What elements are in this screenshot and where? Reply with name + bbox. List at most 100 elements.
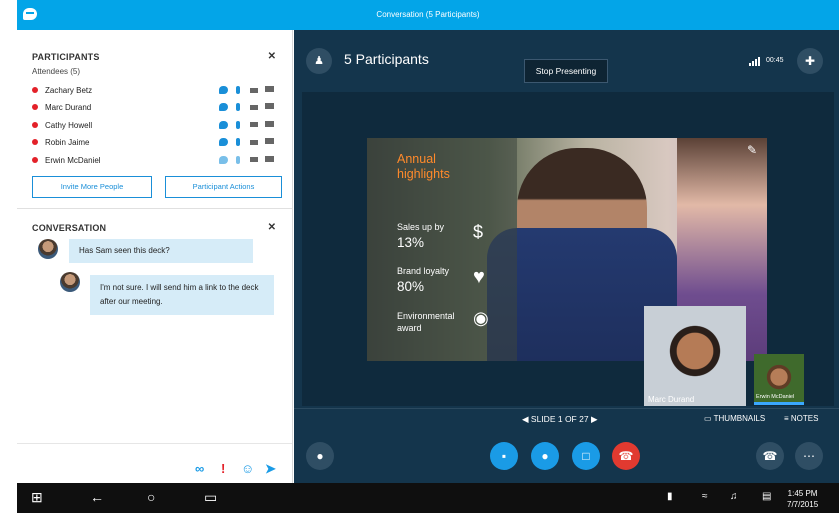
- video-icon: [250, 104, 258, 110]
- video-icon: [250, 87, 258, 93]
- previous-slide-icon[interactable]: ◀: [522, 414, 529, 424]
- participant-row[interactable]: Erwin McDaniel: [32, 154, 282, 171]
- slide-counter: SLIDE 1 OF 27: [530, 414, 589, 424]
- notes-label: NOTES: [790, 414, 819, 423]
- video-caption: Erwin McDaniel: [756, 394, 795, 400]
- window-title: Conversation (5 Participants): [376, 10, 480, 19]
- stop-presenting-button[interactable]: Stop Presenting: [524, 59, 608, 83]
- mic-icon[interactable]: [236, 103, 240, 112]
- participant-actions-button[interactable]: Participant Actions: [165, 176, 282, 198]
- notes-button[interactable]: ≡ NOTES: [784, 414, 818, 423]
- video-icon: [250, 122, 258, 128]
- chat-icon: [219, 103, 228, 112]
- participants-icon[interactable]: ♟: [306, 48, 332, 74]
- slide-toolbar: ◀ SLIDE 1 OF 27 ▶ ▭ THUMBNAILS ≡ NOTES: [294, 408, 839, 428]
- presence-dot: [32, 104, 38, 111]
- slide-navigation[interactable]: ◀ SLIDE 1 OF 27 ▶: [522, 414, 597, 425]
- invite-more-people-button[interactable]: Invite More People: [32, 176, 152, 198]
- presence-dot: [32, 156, 38, 163]
- slide-item-label: Environmental award: [397, 311, 455, 333]
- call-controls-button[interactable]: ☎: [756, 442, 784, 470]
- slide-item-label: Brand loyalty: [397, 266, 450, 276]
- notes-icon: ≡: [784, 414, 789, 423]
- video-off-button[interactable]: ▪: [490, 442, 518, 470]
- chat-toggle-button[interactable]: ●: [306, 442, 334, 470]
- participant-row[interactable]: Zachary Betz: [32, 84, 282, 101]
- video-caption: Marc Durand: [648, 395, 695, 404]
- send-icon[interactable]: ➤: [265, 461, 276, 477]
- screen-share-icon: [265, 103, 274, 110]
- compose-bar[interactable]: ∞ ! ☺ ➤: [17, 443, 292, 483]
- title-bar: Conversation (5 Participants): [17, 0, 839, 30]
- video-icon: [250, 157, 258, 163]
- participant-row[interactable]: Marc Durand: [32, 101, 282, 118]
- pen-icon[interactable]: ✎: [747, 143, 757, 157]
- thumbnails-icon: ▭: [704, 414, 712, 423]
- chat-icon: [219, 120, 228, 129]
- start-icon[interactable]: ⊞: [31, 489, 43, 506]
- search-circle-icon[interactable]: ○: [147, 489, 155, 505]
- participant-name: Marc Durand: [45, 103, 92, 113]
- volume-icon[interactable]: ♫: [730, 491, 738, 502]
- system-clock[interactable]: 1:45 PM 7/7/2015: [787, 488, 818, 510]
- windows-taskbar: ⊞ ← ○ ▭ ▮ ≈ ♫ ▤ 1:45 PM 7/7/2015: [17, 483, 839, 513]
- signal-strength-icon: [749, 57, 761, 66]
- clock-time: 1:45 PM: [787, 489, 818, 498]
- message-bubble: I'm not sure. I will send him a link to …: [90, 275, 274, 315]
- task-view-icon[interactable]: ▭: [204, 489, 217, 506]
- meeting-stage: ♟ 5 Participants Stop Presenting 00:45 ✚…: [294, 30, 839, 483]
- attendees-count: Attendees (5): [32, 67, 81, 76]
- avatar: [60, 272, 80, 292]
- participant-name: Erwin McDaniel: [45, 155, 101, 165]
- participant-name: Cathy Howell: [45, 120, 93, 130]
- conversation-close-icon[interactable]: ✕: [268, 222, 276, 233]
- add-participant-icon[interactable]: ✚: [797, 48, 823, 74]
- call-timer: 00:45: [766, 57, 784, 64]
- participant-name: Zachary Betz: [45, 86, 93, 95]
- chat-icon: [219, 138, 228, 147]
- section-divider: [17, 208, 292, 209]
- participant-video[interactable]: Marc Durand: [644, 306, 746, 406]
- mic-icon[interactable]: [236, 138, 240, 147]
- screen-share-icon: [265, 86, 274, 92]
- participant-row[interactable]: Robin Jaime: [32, 136, 282, 153]
- action-center-icon[interactable]: ▤: [762, 491, 771, 502]
- conversation-title: CONVERSATION: [32, 223, 107, 233]
- stage-header: ♟ 5 Participants Stop Presenting 00:45 ✚: [294, 30, 839, 92]
- self-video[interactable]: Erwin McDaniel: [754, 354, 804, 405]
- mic-icon[interactable]: [236, 120, 240, 129]
- screen-share-button[interactable]: □: [572, 442, 600, 470]
- hang-up-button[interactable]: ☎: [612, 442, 640, 470]
- participants-title: PARTICIPANTS: [32, 52, 100, 62]
- participant-list: Zachary Betz Marc Durand Cathy Howell Ro…: [32, 84, 282, 171]
- screen-share-icon: [265, 138, 274, 145]
- video-icon: [250, 139, 258, 145]
- message-bubble: Has Sam seen this deck?: [69, 239, 253, 263]
- wifi-icon[interactable]: ≈: [702, 491, 708, 502]
- back-icon[interactable]: ←: [90, 489, 104, 505]
- mic-muted-icon[interactable]: [236, 86, 240, 94]
- thumbnails-button[interactable]: ▭ THUMBNAILS: [704, 414, 765, 423]
- participant-row[interactable]: Cathy Howell: [32, 119, 282, 136]
- next-slide-icon[interactable]: ▶: [591, 414, 598, 424]
- slide-item-label: Sales up by: [397, 222, 445, 232]
- mic-button[interactable]: ●: [531, 442, 559, 470]
- slide-heading: Annual highlights: [397, 152, 450, 181]
- heart-icon: ♥: [473, 266, 485, 288]
- emoji-icon[interactable]: ☺: [241, 461, 254, 476]
- mic-icon[interactable]: [236, 155, 240, 164]
- globe-award-icon: ◉: [473, 308, 489, 328]
- presence-dot: [32, 121, 38, 128]
- screen-share-icon: [265, 155, 274, 162]
- participants-close-icon[interactable]: ✕: [268, 51, 276, 62]
- attachment-icon[interactable]: ∞: [195, 461, 204, 476]
- presence-dot: [32, 139, 38, 146]
- dollar-icon: $: [473, 222, 484, 242]
- avatar: [38, 239, 58, 259]
- importance-icon[interactable]: !: [221, 461, 225, 476]
- chat-icon: [219, 155, 228, 164]
- battery-icon[interactable]: ▮: [667, 491, 673, 502]
- content-viewer: Annual highlights Sales up by 13% $ Bran…: [302, 92, 834, 406]
- slide-item-value: 13%: [397, 235, 425, 250]
- more-options-button[interactable]: ⋯: [795, 442, 823, 470]
